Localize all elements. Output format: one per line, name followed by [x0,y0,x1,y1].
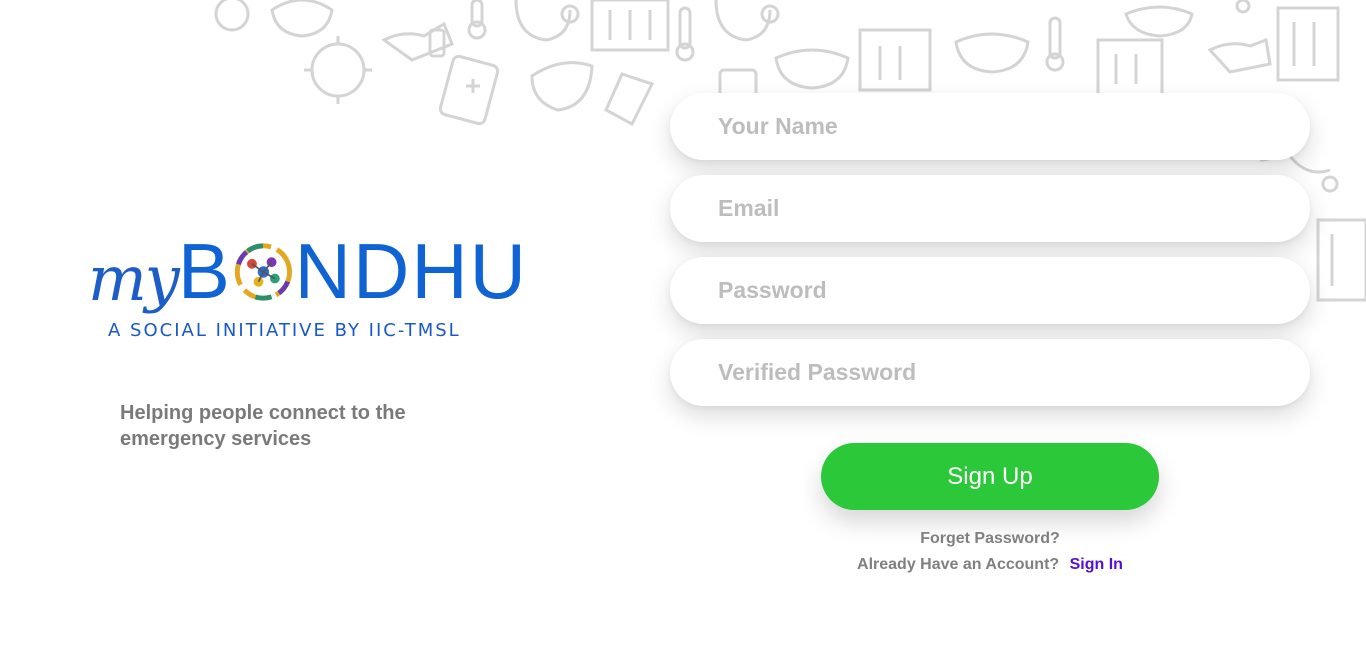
logo-my-text: my [88,242,180,315]
sign-up-button[interactable]: Sign Up [821,443,1159,510]
already-have-account-label: Already Have an Account? [857,556,1060,573]
verify-password-input[interactable] [670,339,1310,406]
already-have-account-row: Already Have an Account? Sign In [770,556,1210,574]
logo-b-text: B [177,227,232,315]
logo: my B NDHU [88,214,528,310]
signup-page: my B NDHU A SOCIAL INITIATIVE BY IIC-TMS… [0,0,1366,666]
logo-ndhu-text: NDHU [294,227,528,315]
brand-block: my B NDHU A SOCIAL INITIATIVE BY IIC-TMS… [88,214,528,341]
signup-form [670,93,1310,421]
brand-subtitle: Helping people connect to the emergency … [120,402,406,450]
virus-icon [214,0,372,104]
email-input[interactable] [670,175,1310,242]
logo-wheel-icon [234,243,292,301]
sign-in-link[interactable]: Sign In [1070,556,1123,573]
logo-tagline: A SOCIAL INITIATIVE BY IIC-TMSL [108,320,461,341]
forgot-password-link[interactable]: Forget Password? [821,530,1159,548]
name-input[interactable] [670,93,1310,160]
password-input[interactable] [670,257,1310,324]
